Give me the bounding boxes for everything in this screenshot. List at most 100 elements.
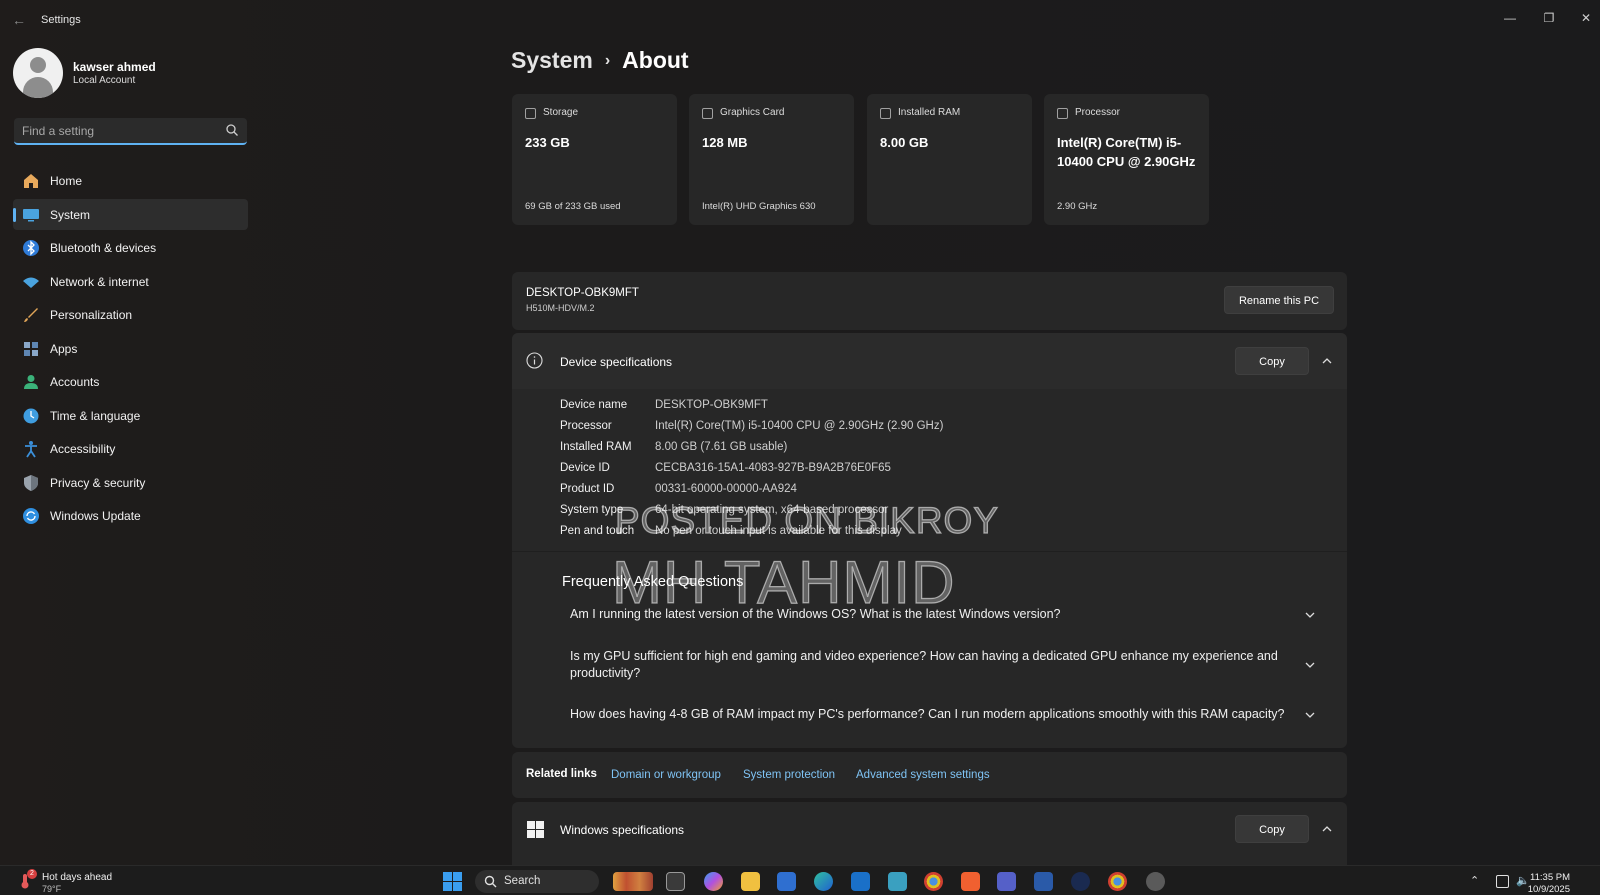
- cpu-icon: [1057, 108, 1068, 119]
- steam-icon[interactable]: [1071, 872, 1090, 891]
- wifi-icon: [23, 277, 39, 288]
- spec-value[interactable]: 00331-60000-00000-AA924: [655, 483, 797, 495]
- outlook-icon[interactable]: [851, 872, 870, 891]
- advanced-system-settings-link[interactable]: Advanced system settings: [856, 769, 990, 781]
- sidebar-item-home[interactable]: Home: [13, 165, 248, 196]
- sidebar-item-label: Home: [50, 174, 83, 188]
- graphics-card[interactable]: Graphics Card 128 MB Intel(R) UHD Graphi…: [689, 94, 854, 225]
- search-icon[interactable]: [225, 123, 239, 137]
- spec-key: Product ID: [560, 483, 615, 495]
- processor-card[interactable]: Processor Intel(R) Core(TM) i5-10400 CPU…: [1044, 94, 1209, 225]
- sidebar-item-accessibility[interactable]: Accessibility: [13, 433, 248, 464]
- accessibility-icon: [25, 441, 37, 458]
- task-view-icon[interactable]: [666, 872, 685, 891]
- brush-icon: [24, 308, 38, 322]
- sidebar-item-bluetooth[interactable]: Bluetooth & devices: [13, 232, 248, 263]
- sidebar-item-network[interactable]: Network & internet: [13, 266, 248, 297]
- card-label: Installed RAM: [898, 107, 961, 118]
- copy-device-specs-button[interactable]: Copy: [1235, 347, 1309, 375]
- sidebar-item-windows-update[interactable]: Windows Update: [13, 500, 248, 531]
- chevron-up-icon[interactable]: [1320, 354, 1334, 368]
- related-links-panel: Related links Domain or workgroup System…: [512, 752, 1347, 798]
- weather-badge: 2: [27, 869, 37, 879]
- chevron-down-icon[interactable]: [1304, 709, 1316, 721]
- profile-account-type: Local Account: [73, 75, 136, 86]
- settings-search-box[interactable]: [14, 118, 247, 145]
- sidebar-item-accounts[interactable]: Accounts: [13, 366, 248, 397]
- chrome-profile-icon[interactable]: [1108, 872, 1127, 891]
- chevron-down-icon[interactable]: [1304, 659, 1316, 671]
- close-button[interactable]: ✕: [1571, 6, 1600, 30]
- spec-key: Installed RAM: [560, 441, 632, 453]
- pc-name: DESKTOP-OBK9MFT: [526, 287, 639, 299]
- search-icon: [484, 875, 497, 888]
- sidebar-item-system[interactable]: System: [13, 198, 248, 230]
- chevron-up-icon[interactable]: [1320, 822, 1334, 836]
- ram-card[interactable]: Installed RAM 8.00 GB: [867, 94, 1032, 225]
- gpu-icon: [702, 108, 713, 119]
- system-protection-link[interactable]: System protection: [743, 769, 835, 781]
- spec-key: Processor: [560, 420, 612, 432]
- copilot-icon[interactable]: [704, 872, 723, 891]
- spec-value[interactable]: Intel(R) Core(TM) i5-10400 CPU @ 2.90GHz…: [655, 420, 943, 432]
- page-title: About: [622, 47, 689, 73]
- restore-button[interactable]: ❐: [1534, 6, 1564, 30]
- edge-icon[interactable]: [814, 872, 833, 891]
- apps-icon: [24, 341, 38, 356]
- faq-item[interactable]: How does having 4-8 GB of RAM impact my …: [570, 706, 1290, 723]
- spec-value[interactable]: 8.00 GB (7.61 GB usable): [655, 441, 787, 453]
- people-icon[interactable]: [613, 872, 653, 891]
- card-label: Storage: [543, 107, 579, 118]
- weather-title[interactable]: Hot days ahead: [42, 872, 112, 883]
- spec-key: Device ID: [560, 462, 610, 474]
- word-icon[interactable]: [1034, 872, 1053, 891]
- spec-value[interactable]: DESKTOP-OBK9MFT: [655, 399, 768, 411]
- breadcrumb: System › About: [511, 47, 689, 74]
- card-label: Graphics Card: [720, 107, 785, 118]
- file-explorer-icon[interactable]: [741, 872, 760, 891]
- faq-item[interactable]: Is my GPU sufficient for high end gaming…: [570, 648, 1290, 682]
- taskbar-search[interactable]: Search: [475, 870, 599, 893]
- domain-workgroup-link[interactable]: Domain or workgroup: [611, 769, 721, 781]
- sidebar-item-label: Accounts: [50, 375, 100, 389]
- sidebar-item-personalization[interactable]: Personalization: [13, 299, 248, 330]
- sidebar-item-apps[interactable]: Apps: [13, 333, 248, 364]
- breadcrumb-root[interactable]: System: [511, 47, 593, 73]
- avatar[interactable]: [13, 48, 63, 98]
- monitor-icon: [23, 208, 39, 221]
- card-sub: Intel(R) UHD Graphics 630: [702, 201, 816, 212]
- sidebar-item-privacy-security[interactable]: Privacy & security: [13, 467, 248, 498]
- minimize-button[interactable]: —: [1495, 6, 1525, 30]
- app-icon[interactable]: [888, 872, 907, 891]
- spec-value[interactable]: CECBA316-15A1-4083-927B-B9A2B76E0F65: [655, 462, 891, 474]
- windows-specs-title: Windows specifications: [560, 823, 685, 837]
- chevron-down-icon[interactable]: [1304, 609, 1316, 621]
- sidebar-item-label: System: [50, 207, 91, 222]
- network-icon[interactable]: [1496, 875, 1509, 888]
- store-icon[interactable]: [777, 872, 796, 891]
- back-arrow-icon[interactable]: ←: [12, 12, 28, 28]
- clock-date[interactable]: 10/9/2025: [1528, 884, 1570, 895]
- settings-gear-icon[interactable]: [1146, 872, 1165, 891]
- sidebar-nav: Home System Bluetooth & devices Network …: [13, 165, 248, 534]
- chevron-up-icon[interactable]: ⌃: [1470, 875, 1483, 888]
- copy-windows-specs-button[interactable]: Copy: [1235, 815, 1309, 843]
- teams-icon[interactable]: [997, 872, 1016, 891]
- clock-time[interactable]: 11:35 PM: [1530, 872, 1570, 883]
- globe-clock-icon: [23, 408, 39, 423]
- card-value: 128 MB: [702, 135, 748, 150]
- card-value: Intel(R) Core(TM) i5-10400 CPU @ 2.90GHz: [1057, 135, 1196, 169]
- chevron-right-icon: ›: [604, 52, 611, 69]
- search-input[interactable]: [22, 122, 217, 140]
- brave-icon[interactable]: [961, 872, 980, 891]
- start-button[interactable]: [443, 872, 462, 891]
- chrome-icon[interactable]: [924, 872, 943, 891]
- sidebar-item-time-language[interactable]: Time & language: [13, 400, 248, 431]
- shield-icon: [24, 474, 38, 491]
- watermark-posted: POSTED ON BIKROY: [614, 499, 1000, 541]
- windows-specs-panel[interactable]: Windows specifications Copy: [512, 802, 1347, 865]
- sidebar-item-label: Network & internet: [50, 274, 149, 289]
- storage-card[interactable]: Storage 233 GB 69 GB of 233 GB used: [512, 94, 677, 225]
- rename-pc-button[interactable]: Rename this PC: [1224, 286, 1334, 314]
- ram-icon: [880, 108, 891, 119]
